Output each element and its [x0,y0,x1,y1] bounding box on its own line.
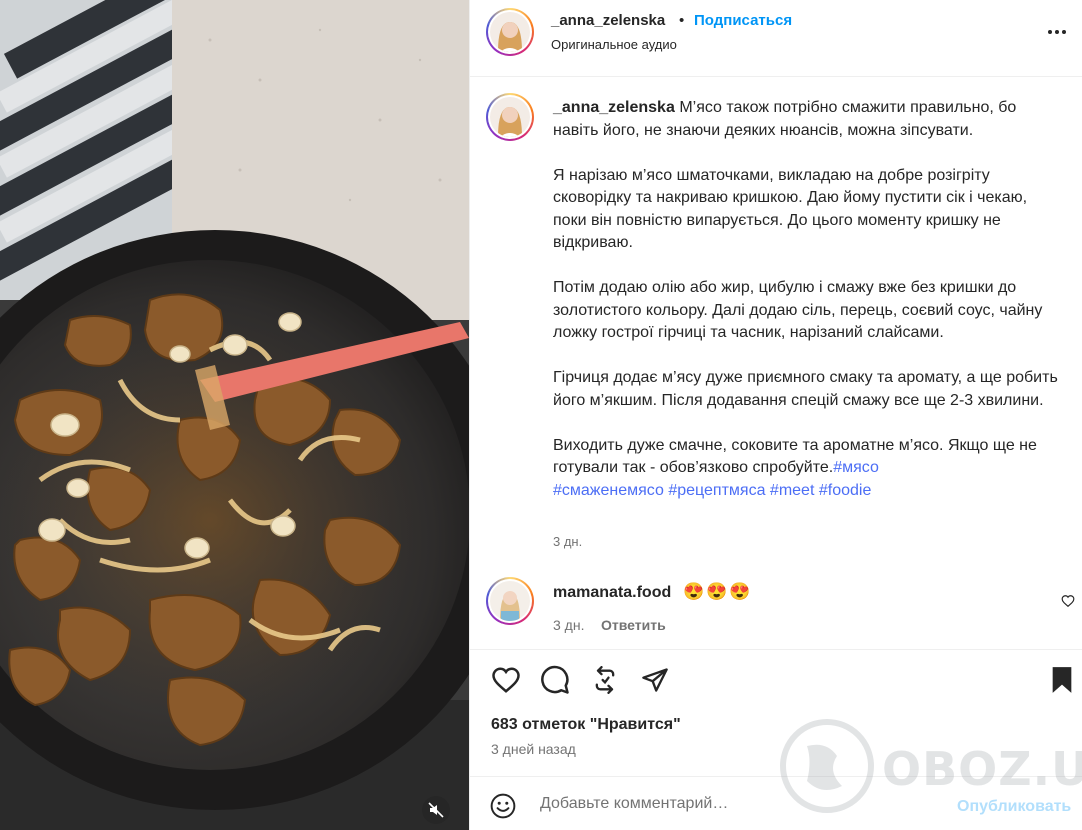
commenter-username[interactable]: mamanata.food [553,584,671,602]
caption-paragraph-2: Я нарізаю м’ясо шматочками, викладаю на … [553,166,1032,252]
caption-username[interactable]: _anna_zelenska [553,99,675,116]
separator-dot: • [679,12,685,29]
caption-paragraph-3: Потім додаю олію або жир, цибулю і смажу… [553,279,1047,341]
bookmark-icon [1052,667,1072,693]
mute-icon [428,802,444,818]
food-pan-image [0,0,469,830]
save-button[interactable] [1046,664,1078,696]
emoji-icon[interactable] [490,793,516,819]
comment-item: mamanata.food 😍😍😍 3 дн. Ответить [470,577,1082,637]
post-header: _anna_zelenska • Подписаться Оригинально… [470,0,1082,77]
comment-text: 😍😍😍 [683,582,753,601]
comment-timestamp[interactable]: 3 дн. [553,617,584,633]
caption-timestamp[interactable]: 3 дн. [553,534,582,549]
hashtag-link[interactable]: #meet [770,482,814,499]
comment-input[interactable] [540,791,940,817]
commenter-avatar[interactable] [486,577,534,625]
repost-button[interactable] [589,664,621,696]
hashtag-link[interactable]: #мясо [833,459,879,476]
repost-icon [595,666,615,694]
post-author-username[interactable]: _anna_zelenska [551,12,665,29]
share-icon [642,668,668,692]
comment-like-icon[interactable] [1061,594,1075,608]
post-media-video[interactable] [0,0,469,830]
heart-icon [492,667,520,693]
commenter-avatar-image [490,581,530,621]
audio-label[interactable]: Оригинальное аудио [551,37,677,52]
hashtag-link[interactable]: #foodie [819,482,872,499]
likes-count[interactable]: 683 отметок "Нравится" [491,716,681,734]
avatar[interactable] [486,8,534,56]
hashtag-link[interactable]: #рецептмяса [668,482,765,499]
caption-avatar[interactable] [486,93,534,141]
post-date[interactable]: 3 дней назад [491,741,576,757]
user-avatar-image [490,97,530,137]
more-dots-icon [1048,30,1052,34]
caption-paragraph-4: Гірчиця додає м’ясу дуже приємного смаку… [553,369,1063,409]
caption-text: _anna_zelenska М’ясо також потрібно смаж… [553,97,1063,502]
more-options-button[interactable] [1048,26,1070,38]
action-bar [470,649,1082,707]
post-panel: _anna_zelenska • Подписаться Оригинально… [469,0,1082,830]
like-button[interactable] [490,664,522,696]
follow-button[interactable]: Подписаться [694,12,792,29]
comment-icon [541,665,569,694]
reply-button[interactable]: Ответить [601,617,666,633]
share-button[interactable] [639,664,671,696]
caption-paragraph-5: Виходить дуже смачне, соковите та аромат… [553,436,1042,477]
comment-button[interactable] [539,664,571,696]
user-avatar-image [490,12,530,52]
publish-button[interactable]: Опубликовать [957,798,1071,816]
mute-button[interactable] [422,796,450,824]
add-comment-bar: Опубликовать [470,776,1082,830]
hashtag-link[interactable]: #смаженемясо [553,482,664,499]
